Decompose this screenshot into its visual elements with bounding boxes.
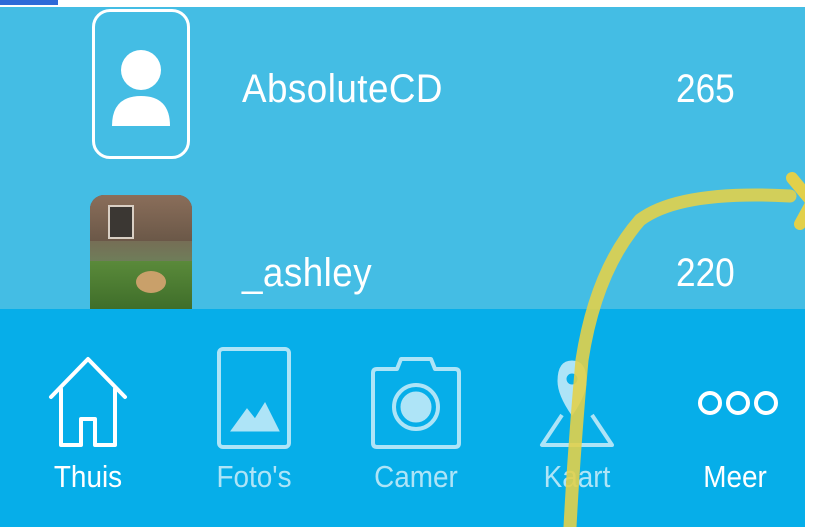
- camera-icon: [341, 339, 491, 449]
- tab-label: Thuis: [53, 459, 123, 494]
- leaderboard-list[interactable]: AbsoluteCD 265 _ashley 220: [0, 7, 813, 309]
- tab-label: Camer: [374, 459, 458, 494]
- tab-meer[interactable]: Meer: [660, 309, 810, 527]
- tab-label: Kaart: [543, 459, 611, 494]
- right-edge: [805, 0, 813, 527]
- photo-icon: [179, 339, 329, 449]
- username: _ashley: [242, 251, 373, 295]
- list-item[interactable]: _ashley 220: [0, 193, 813, 309]
- tab-label: Foto's: [216, 459, 292, 494]
- tab-camera[interactable]: Camer: [341, 309, 491, 527]
- app-screen: AbsoluteCD 265 _ashley 220 Thuis Foto's …: [0, 0, 813, 527]
- default-user-icon: [92, 9, 190, 159]
- tab-fotos[interactable]: Foto's: [179, 309, 329, 527]
- list-item[interactable]: AbsoluteCD 265: [0, 7, 813, 167]
- tab-thuis[interactable]: Thuis: [13, 309, 163, 527]
- bottom-tab-bar: Thuis Foto's Camer Kaart Meer: [0, 309, 813, 527]
- score: 220: [676, 251, 735, 295]
- username: AbsoluteCD: [242, 67, 443, 111]
- tab-label: Meer: [703, 459, 767, 494]
- map-pin-icon: [502, 339, 652, 449]
- score: 265: [676, 67, 735, 111]
- more-icon: [660, 339, 810, 449]
- top-accent-mark: [0, 0, 58, 5]
- user-photo: [90, 195, 192, 309]
- home-icon: [13, 339, 163, 449]
- tab-kaart[interactable]: Kaart: [502, 309, 652, 527]
